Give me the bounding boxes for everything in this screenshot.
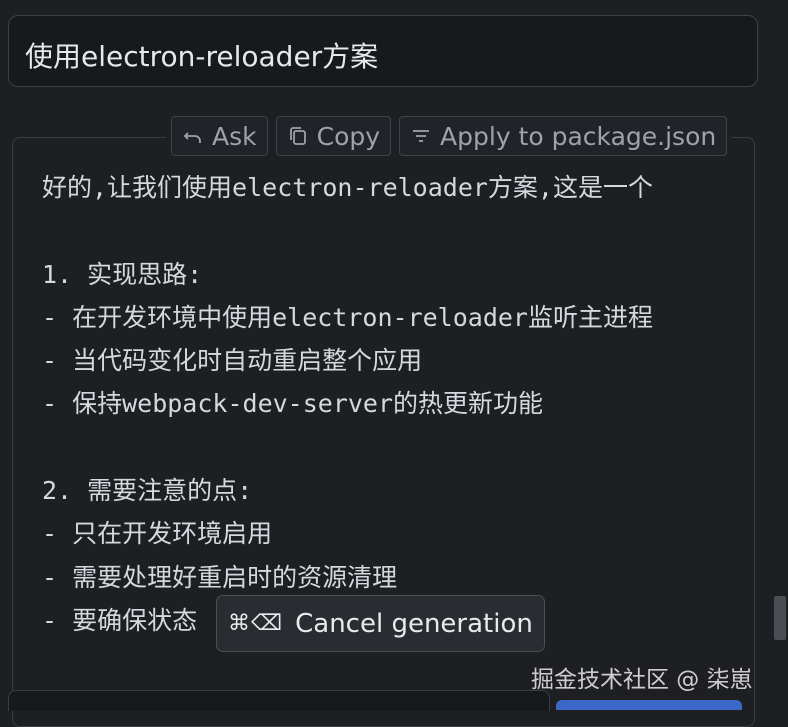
response-line: 好的,让我们使用electron-reloader方案,这是一个 [42,173,653,202]
chat-input[interactable]: 使用electron-reloader方案 [8,15,758,87]
response-line: 1. 实现思路: [42,259,203,289]
response-line: - 当代码变化时自动重启整个应用 [42,346,423,376]
response-line: - 需要处理好重启时的资源清理 [42,562,398,592]
response-line [42,209,730,252]
chat-input-text[interactable]: 使用electron-reloader方案 [25,35,378,75]
apply-label: Apply to package.json [440,121,717,151]
response-line: - 保持webpack-dev-server的热更新功能 [42,389,544,419]
response-toolbar: Ask Copy Apply to package.json [166,116,733,160]
cancel-generation-label: Cancel generation [295,608,533,639]
watermark: 掘金技术社区 @ 柒崽 [531,667,753,693]
copy-icon [287,125,309,147]
ask-label: Ask [212,121,257,151]
response-line: - 在开发环境中使用electron-reloader监听主进程 [42,302,653,332]
response-line: 2. 需要注意的点: [42,476,253,506]
filter-lines-icon [410,125,432,147]
apply-button[interactable]: Apply to package.json [399,116,728,156]
response-line: - 只在开发环境启用 [42,519,273,549]
shortcut-keys: ⌘⌫ [228,611,284,636]
copy-button[interactable]: Copy [275,116,392,156]
copy-label: Copy [316,121,381,151]
submit-button-edge[interactable] [556,700,742,710]
ask-button[interactable]: Ask [171,116,268,156]
response-line [42,426,730,469]
cancel-generation-button[interactable]: ⌘⌫ Cancel generation [216,595,545,652]
scrollbar-thumb[interactable] [774,596,786,640]
undo-arrow-icon [182,125,204,147]
bottom-input-edge[interactable] [8,690,550,711]
